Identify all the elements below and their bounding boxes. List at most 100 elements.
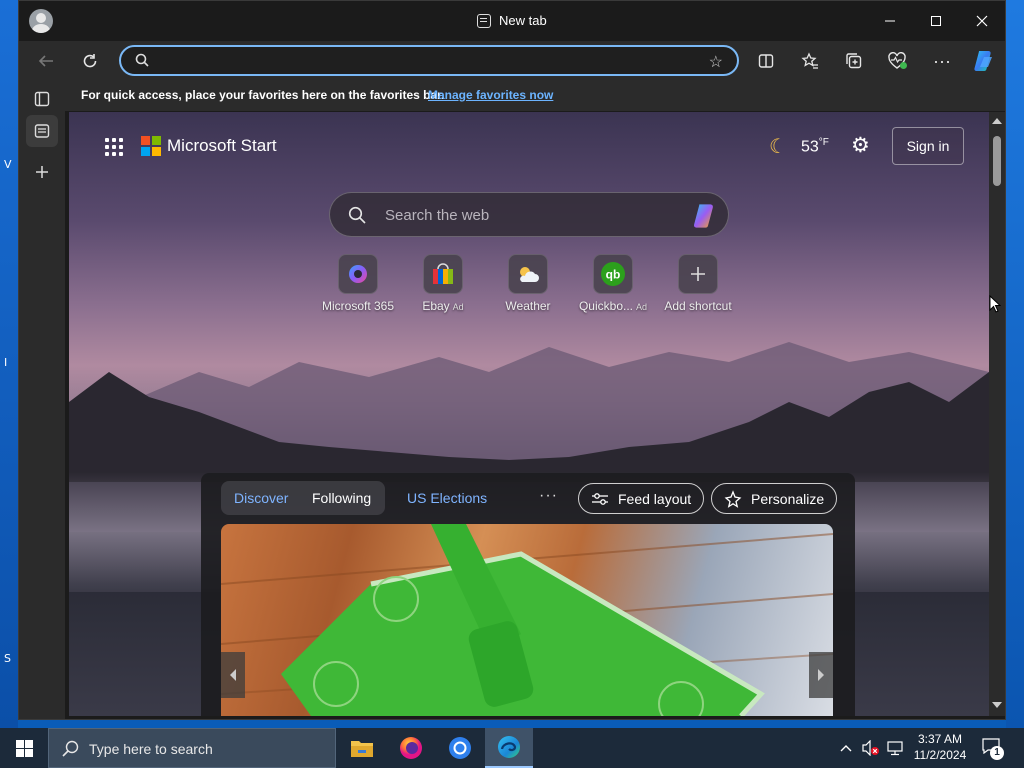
desktop-icon-label: S	[4, 652, 11, 665]
news-feed: Discover Following US Elections ··· Feed…	[201, 473, 855, 716]
chevron-up-icon[interactable]	[840, 742, 852, 754]
copilot-icon[interactable]	[690, 202, 718, 230]
maximize-icon	[931, 16, 941, 26]
start-button[interactable]	[0, 728, 48, 768]
feed-hero-image[interactable]	[221, 524, 833, 716]
close-button[interactable]	[959, 1, 1005, 41]
maximize-button[interactable]	[913, 1, 959, 41]
browser-toolbar: ☆ ···	[19, 41, 1005, 81]
file-explorer-icon	[351, 741, 373, 757]
shortcut-quickbooks[interactable]: qb Quickbo... Ad	[568, 254, 658, 313]
taskbar-edge[interactable]	[485, 728, 533, 768]
edge-icon	[498, 736, 520, 758]
split-screen-button[interactable]	[751, 47, 781, 75]
shortcut-label: Microsoft 365	[321, 299, 395, 313]
search-icon	[135, 53, 149, 67]
address-bar[interactable]: ☆	[119, 45, 739, 76]
previous-image-button[interactable]	[221, 652, 245, 698]
manage-favorites-link[interactable]: Manage favorites now	[428, 88, 553, 102]
svg-text:qb: qb	[606, 268, 621, 282]
minimize-button[interactable]	[867, 1, 913, 41]
plus-icon	[36, 166, 48, 178]
plus-icon	[691, 267, 705, 281]
favorite-star-icon[interactable]: ☆	[709, 52, 723, 72]
mop-photo	[221, 524, 833, 716]
start-header: Microsoft Start ☾ 53°F ⚙ Sign in	[69, 112, 989, 182]
page-scrollbar[interactable]	[989, 112, 1005, 716]
desktop-left-edge: V I S	[0, 0, 18, 728]
search-icon	[62, 740, 79, 757]
notification-center-button[interactable]: 1	[982, 738, 1004, 760]
volume-muted-icon[interactable]	[862, 740, 880, 756]
copilot-icon[interactable]	[971, 49, 995, 73]
personalize-button[interactable]: Personalize	[711, 483, 838, 514]
shortcut-tile: qb	[593, 254, 633, 294]
sign-in-button[interactable]: Sign in	[892, 127, 964, 165]
tab-title-label: New tab	[499, 13, 547, 28]
shortcut-add[interactable]: Add shortcut	[653, 254, 743, 313]
tab-new[interactable]: New tab	[477, 13, 547, 28]
favorites-bar-message: For quick access, place your favorites h…	[81, 88, 445, 102]
close-icon	[976, 15, 988, 27]
taskbar-search-box[interactable]: Type here to search	[48, 728, 336, 768]
scroll-thumb[interactable]	[993, 136, 1001, 186]
tab-discover[interactable]: Discover	[234, 490, 288, 506]
shortcut-tile	[508, 254, 548, 294]
shortcut-weather[interactable]: Weather	[483, 254, 573, 313]
web-search-placeholder: Search the web	[385, 207, 490, 224]
taskbar-firefox[interactable]	[387, 728, 435, 768]
shortcut-ebay[interactable]: Ebay Ad	[398, 254, 488, 313]
feed-layout-button[interactable]: Feed layout	[578, 483, 705, 514]
windows-logo-icon	[15, 739, 33, 757]
tab-actions-button[interactable]	[26, 83, 58, 115]
collections-button[interactable]	[839, 47, 869, 75]
new-tab-icon	[477, 13, 491, 28]
taskbar-chrome[interactable]	[436, 728, 484, 768]
shortcut-label: Add shortcut	[664, 299, 732, 313]
ad-badge: Ad	[636, 302, 648, 312]
desktop-right-edge	[1006, 0, 1024, 728]
chevron-left-icon	[230, 669, 236, 681]
feed-tab-group: Discover Following	[221, 481, 385, 515]
ebay-bag-icon	[433, 263, 453, 284]
add-tab-button[interactable]	[26, 156, 58, 188]
favorites-bar: For quick access, place your favorites h…	[19, 81, 1005, 111]
web-search-box[interactable]: Search the web	[329, 192, 729, 237]
clock-date: 11/2/2024	[913, 748, 967, 762]
scroll-down-arrow-icon[interactable]	[992, 702, 1002, 708]
tab-following[interactable]: Following	[312, 490, 371, 506]
app-launcher-icon[interactable]	[105, 138, 123, 156]
shortcut-label: Weather	[505, 299, 551, 313]
clock-time: 3:37 AM	[917, 732, 963, 746]
vertical-tabs-sidebar	[19, 81, 65, 719]
back-button[interactable]	[31, 47, 61, 75]
shortcut-label: Quickbo...	[578, 299, 633, 313]
moon-icon[interactable]: ☾	[769, 134, 787, 159]
shortcut-tile	[423, 254, 463, 294]
shortcut-tile	[338, 254, 378, 294]
network-icon[interactable]	[886, 740, 904, 756]
firefox-icon	[400, 737, 422, 759]
taskbar-search-placeholder: Type here to search	[89, 741, 213, 757]
windows-taskbar: Type here to search 3:37 AM 11/2/2024 1	[0, 728, 1024, 768]
refresh-button[interactable]	[75, 47, 105, 75]
minimize-icon	[885, 20, 895, 22]
desktop-icon-label: V	[4, 158, 12, 171]
next-image-button[interactable]	[809, 652, 833, 698]
favorites-button[interactable]	[795, 47, 825, 75]
shortcut-microsoft-365[interactable]: Microsoft 365	[313, 254, 403, 313]
brand-title[interactable]: Microsoft Start	[167, 136, 277, 156]
system-clock[interactable]: 3:37 AM 11/2/2024	[908, 731, 972, 763]
feed-layout-label: Feed layout	[618, 490, 692, 507]
profile-avatar[interactable]	[29, 9, 53, 33]
more-button[interactable]: ···	[927, 47, 957, 75]
taskbar-file-explorer[interactable]	[338, 728, 386, 768]
page-settings-gear-icon[interactable]: ⚙	[851, 133, 870, 158]
weather-temperature[interactable]: 53°F	[801, 137, 829, 156]
sidebar-tab-new-tab[interactable]	[26, 115, 58, 147]
tab-us-elections[interactable]: US Elections	[407, 490, 487, 506]
scroll-up-arrow-icon[interactable]	[992, 118, 1002, 124]
feed-more-button[interactable]: ···	[539, 487, 558, 505]
browser-essentials-button[interactable]	[883, 47, 913, 75]
sliders-icon	[592, 492, 608, 505]
